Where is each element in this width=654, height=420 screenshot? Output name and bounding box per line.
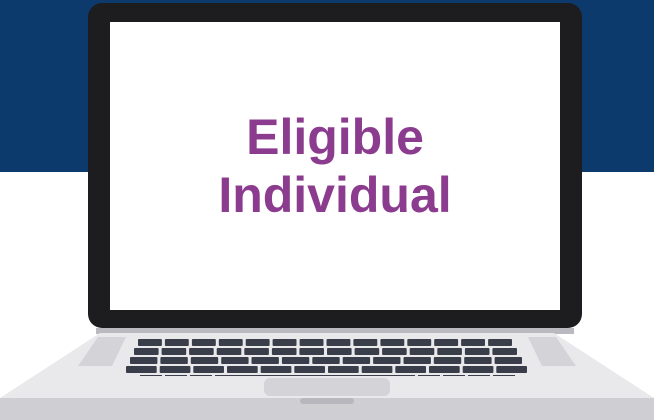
keyboard-key — [159, 366, 191, 373]
keyboard-key — [434, 339, 459, 346]
keyboard-key — [461, 339, 485, 346]
keyboard-key — [218, 339, 243, 346]
keyboard-key — [403, 357, 431, 364]
keyboard-key — [496, 366, 527, 373]
keyboard-key — [418, 375, 440, 376]
screen-title-line-1: Eligible — [246, 109, 424, 165]
keyboard-key — [190, 357, 219, 364]
keyboard-key — [373, 357, 401, 364]
keyboard-key — [433, 357, 462, 364]
keyboard-key — [126, 366, 157, 373]
keyboard-key — [271, 348, 297, 355]
keyboard-key — [227, 366, 258, 373]
keyboard-key — [437, 348, 462, 355]
keyboard-key — [382, 348, 407, 355]
trackpad — [264, 378, 390, 396]
keyboard-key — [216, 348, 242, 355]
keyboard-key — [326, 339, 351, 346]
keyboard-key — [342, 357, 371, 364]
keyboard-key — [260, 366, 292, 373]
keyboard-key — [407, 339, 432, 346]
keyboard-key — [299, 348, 324, 355]
keyboard-key — [245, 339, 270, 346]
illustration: Eligible Individual — [0, 0, 654, 420]
keyboard-key — [468, 375, 490, 376]
keyboard-key — [189, 348, 214, 355]
keyboard-key — [327, 348, 352, 355]
screen-title-line-2: Individual — [218, 167, 452, 223]
keyboard-key — [353, 339, 378, 346]
keyboard-key — [464, 348, 490, 355]
keyboard-key — [492, 348, 517, 355]
keyboard-key — [165, 375, 187, 376]
keyboard-key — [443, 375, 465, 376]
keyboard-key — [138, 339, 162, 346]
keyboard-key — [244, 348, 269, 355]
keyboard-key — [140, 375, 162, 376]
keyboard-key — [354, 348, 380, 355]
keyboard-key — [164, 339, 189, 346]
keyboard-key — [462, 366, 494, 373]
keyboard-key — [361, 366, 393, 373]
keyboard-key — [215, 375, 415, 376]
keyboard-key — [488, 339, 512, 346]
keyboard-key — [409, 348, 435, 355]
keyboard-key — [312, 357, 340, 364]
keyboard-key — [161, 348, 187, 355]
keyboard-key — [191, 339, 216, 346]
keyboard-key — [160, 357, 188, 364]
laptop-notch — [300, 398, 354, 404]
keyboard-key — [251, 357, 279, 364]
keyboard-key — [130, 357, 158, 364]
keyboard-key — [494, 357, 522, 364]
keyboard-key — [493, 375, 515, 376]
keyboard-key — [464, 357, 492, 364]
keyboard-key — [429, 366, 460, 373]
keyboard-key — [328, 366, 359, 373]
keyboard-key — [272, 339, 297, 346]
keyboard-key — [221, 357, 249, 364]
keyboard-key — [395, 366, 426, 373]
screen-title: Eligible Individual — [110, 22, 560, 310]
keyboard-key — [294, 366, 325, 373]
keyboard-key — [193, 366, 224, 373]
keyboard-key — [380, 339, 405, 346]
keyboard-key — [134, 348, 159, 355]
keyboard-key — [299, 339, 324, 346]
keyboard-key — [281, 357, 310, 364]
keyboard-key — [190, 375, 212, 376]
